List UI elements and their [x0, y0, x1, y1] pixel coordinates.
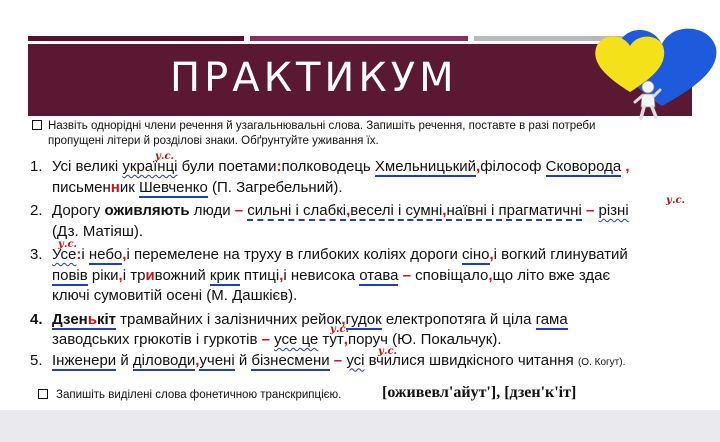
- homogeneous-member: небо: [88, 246, 123, 265]
- homogeneous-member: веселі і сумні: [350, 202, 443, 221]
- homogeneous-member: гудок: [345, 310, 382, 330]
- inserted-letter: ь: [87, 310, 97, 330]
- homogeneous-member: бізнесмени: [251, 351, 330, 371]
- homogeneous-member: діловоди: [132, 351, 196, 371]
- homogeneous-member: учені: [199, 351, 235, 371]
- generalizing-word: усе це: [274, 331, 319, 348]
- generalizing-word: усі: [346, 351, 365, 369]
- sentence-item-4: 4. у.с. Дзенькіт трамвайних і залізнични…: [30, 310, 568, 348]
- sentence-item-3: 3. у.с. Усе:і небо,і перемелене на труху…: [30, 239, 710, 307]
- inserted-punctuation: –: [234, 202, 244, 219]
- generalizing-word-mark: у.с.: [666, 195, 686, 206]
- inserted-letter: н: [110, 178, 120, 196]
- source-citation: (О. Когут).: [577, 356, 626, 368]
- task-instruction-2: Запишіть виділені слова фонетичною транс…: [38, 389, 341, 401]
- generalizing-word-mark: у.с.: [155, 151, 175, 162]
- homogeneous-member: крик: [209, 266, 240, 286]
- inserted-punctuation: –: [398, 266, 416, 284]
- item-number: 2.: [30, 202, 43, 219]
- inserted-punctuation: ,: [621, 158, 630, 175]
- checkbox-bullet-icon: [38, 389, 48, 399]
- homogeneous-member: Шевченко: [138, 178, 208, 198]
- item-number: 4.: [30, 310, 43, 328]
- homogeneous-member: Інженери: [52, 351, 117, 371]
- sentence-list: 1. у.с. Усі великі українці були поетами…: [30, 151, 710, 374]
- inserted-punctuation: –: [329, 351, 347, 369]
- generalizing-word-mark: у.с.: [58, 239, 78, 250]
- bottom-band: [0, 410, 720, 442]
- generalizing-word-mark: у.с.: [330, 323, 350, 335]
- homogeneous-member: отава: [359, 266, 399, 286]
- generalizing-word-mark: у.с.: [378, 345, 398, 357]
- slide-title: ПРАКТИКУМ: [170, 55, 458, 101]
- checkbox-bullet-icon: [32, 120, 42, 130]
- sentence-item-1: 1. у.с. Усі великі українці були поетами…: [30, 151, 710, 198]
- accent-stripe-dark: [28, 36, 244, 41]
- inserted-letter: и: [145, 266, 155, 284]
- task-line-2: пропущені літери й розділові знаки. Обґр…: [48, 135, 379, 147]
- homogeneous-member: повів: [52, 266, 88, 286]
- task-instruction-1: Назвіть однорідні члени речення й узагал…: [32, 119, 682, 149]
- task-line-1: Назвіть однорідні члени речення й узагал…: [48, 120, 596, 132]
- slide: ПРАКТИКУМ Назвіть однорідні члени реченн…: [0, 0, 720, 442]
- item-number: 5.: [30, 351, 43, 369]
- homogeneous-member: Хмельницький: [374, 158, 477, 177]
- sentence-item-5: 5. у.с. Інженери й діловоди,учені й бізн…: [30, 346, 710, 374]
- homogeneous-member: наївні і прагматичні: [446, 202, 582, 221]
- bold-word: оживляють: [104, 202, 190, 219]
- inserted-punctuation: –: [261, 331, 275, 348]
- person-figure-icon: [633, 80, 662, 120]
- task2-text: Запишіть виділені слова фонетичною транс…: [56, 389, 342, 401]
- bold-word: кіт: [96, 310, 116, 330]
- sentence-item-2: 2. у.с. Дорогу оживляють люди – сильні і…: [30, 195, 710, 242]
- generalizing-word: різні: [598, 202, 629, 219]
- homogeneous-member: Сковорода: [545, 158, 622, 177]
- homogeneous-member: гама: [535, 310, 568, 330]
- inserted-punctuation: –: [581, 202, 599, 219]
- bold-word: Дзен: [52, 310, 88, 330]
- accent-stripe-mid: [250, 36, 468, 41]
- homogeneous-member: сильні і слабкі: [247, 202, 347, 221]
- homogeneous-member: сіно: [462, 246, 490, 265]
- phonetic-transcription: [оживевл'айут'], [дзен'к'іт]: [382, 384, 577, 401]
- item-number: 1.: [30, 158, 43, 175]
- item-number: 3.: [30, 246, 43, 263]
